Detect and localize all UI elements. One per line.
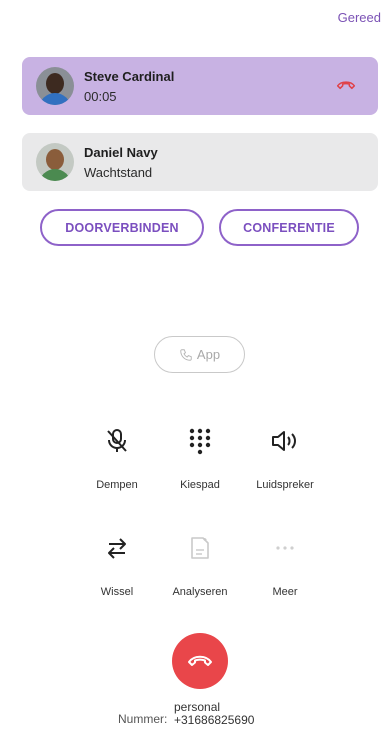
swap-label: Wissel: [100, 586, 134, 598]
caller-name: Steve Cardinal: [84, 68, 175, 84]
more-button[interactable]: Meer: [240, 534, 330, 598]
keypad-label: Kiespad: [180, 479, 220, 491]
avatar: [36, 67, 74, 105]
caller-line-info: personal +31686825690: [174, 701, 254, 727]
app-button-label: App: [196, 347, 221, 362]
caller-name: Daniel Navy: [84, 144, 158, 160]
end-call-button[interactable]: [172, 633, 228, 689]
app-button[interactable]: App: [154, 336, 245, 373]
conference-button[interactable]: CONFERENTIE: [219, 209, 359, 246]
speaker-icon: [271, 427, 299, 455]
done-button[interactable]: Gereed: [338, 10, 381, 25]
more-icon: [271, 534, 299, 562]
analyze-label: Analyseren: [172, 586, 228, 598]
active-call-card[interactable]: Steve Cardinal 00:05: [22, 57, 378, 115]
speaker-label: Luidspreker: [256, 479, 314, 491]
mute-label: Dempen: [96, 479, 138, 491]
avatar: [36, 143, 74, 181]
speaker-button[interactable]: Luidspreker: [240, 427, 330, 491]
swap-icon: [103, 534, 131, 562]
more-label: Meer: [272, 586, 298, 598]
transfer-button[interactable]: DOORVERBINDEN: [40, 209, 204, 246]
mic-off-icon: [103, 427, 131, 455]
analyze-button[interactable]: Analyseren: [155, 534, 245, 598]
keypad-icon: [186, 427, 214, 455]
hang-up-icon[interactable]: [336, 77, 356, 93]
phone-icon: [180, 348, 192, 361]
mute-button[interactable]: Dempen: [72, 427, 162, 491]
held-call-card[interactable]: Daniel Navy Wachtstand: [22, 133, 378, 191]
phone-number: +31686825690: [174, 713, 255, 727]
swap-button[interactable]: Wissel: [72, 534, 162, 598]
number-label: Nummer:: [118, 712, 168, 726]
call-status: Wachtstand: [84, 164, 153, 180]
call-duration: 00:05: [84, 88, 117, 104]
keypad-button[interactable]: Kiespad: [155, 427, 245, 491]
analyze-icon: [186, 534, 214, 562]
hang-up-icon: [188, 655, 212, 666]
